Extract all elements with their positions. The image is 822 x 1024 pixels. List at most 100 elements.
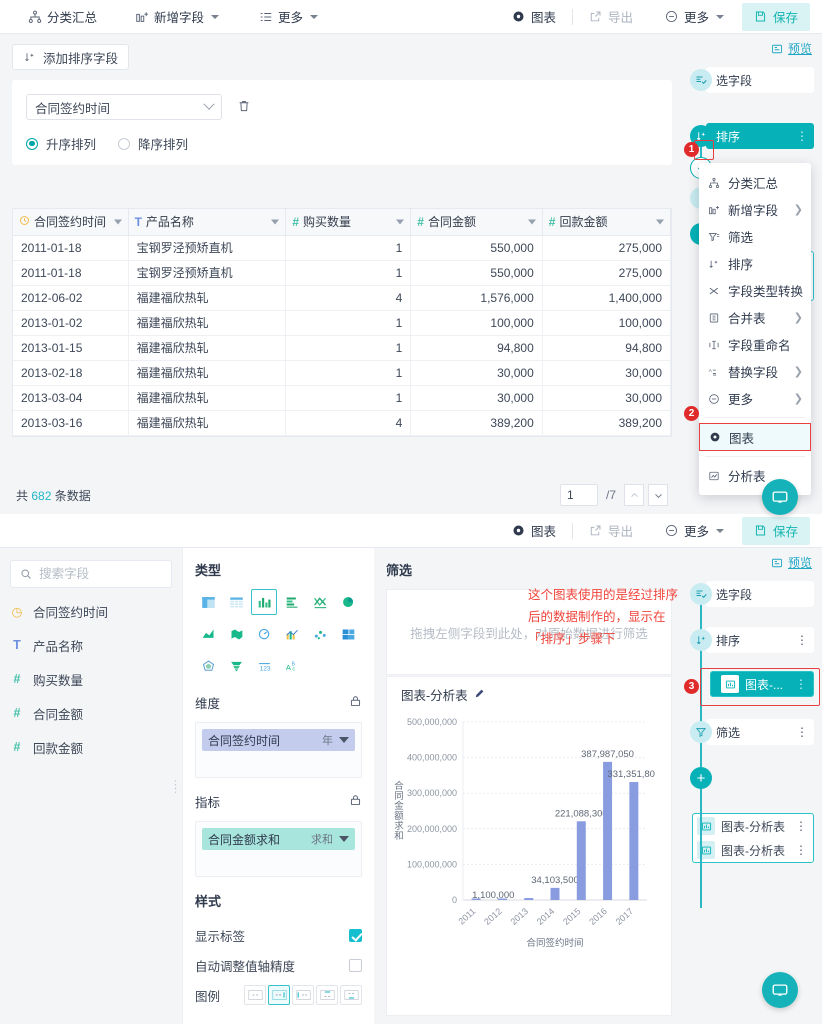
table-row[interactable]: 2013-03-04 福建福欣热轧 1 30,000 30,000 [13, 385, 672, 411]
table-column-header-3[interactable]: # 合同金额 [410, 209, 543, 236]
bar-2014[interactable] [550, 887, 560, 900]
table-column-header-1[interactable]: T 产品名称 [128, 209, 287, 236]
line-chart-icon[interactable] [308, 589, 334, 615]
table-row[interactable]: 2013-01-15 福建福欣热轧 1 94,800 94,800 [13, 335, 672, 361]
chevron-down-icon[interactable] [339, 836, 349, 842]
legend-position-option-4[interactable] [340, 985, 362, 1005]
option-show-labels[interactable]: 显示标签 [195, 920, 362, 950]
option-auto-axis-precision[interactable]: 自动调整值轴精度 [195, 950, 362, 980]
area-chart-icon[interactable] [195, 621, 221, 647]
menu-item-7[interactable]: A B 替换字段 ❯ [699, 358, 811, 385]
table-column-header-2[interactable]: # 购买数量 [285, 209, 412, 236]
pie-chart-icon[interactable] [336, 589, 362, 615]
chevron-down-icon[interactable] [339, 737, 349, 743]
combo-chart-icon[interactable] [279, 621, 305, 647]
mid-toolbar-chart[interactable]: 图表 [502, 514, 566, 548]
field-item-2[interactable]: # 购买数量 [10, 664, 172, 694]
table-row[interactable]: 2013-02-18 福建福欣热轧 1 30,000 30,000 [13, 360, 672, 386]
dimension-lock-icon[interactable] [349, 695, 362, 711]
flow-node-select-field-card[interactable]: 选字段 [706, 67, 814, 93]
sort-field-select[interactable]: 合同签约时间 [26, 94, 222, 120]
option-auto-axis-precision-checkbox[interactable] [349, 958, 362, 972]
legend-position-option-3[interactable] [316, 985, 338, 1005]
radio-descending[interactable] [118, 137, 131, 150]
map-chart-icon[interactable] [223, 621, 249, 647]
flow-node-sort[interactable]: 排序 ⋮ [684, 123, 822, 149]
cross-table-icon[interactable] [223, 589, 249, 615]
mid-save-button[interactable]: 保存 [742, 516, 810, 545]
column-filter-caret-icon[interactable] [656, 219, 664, 225]
add-sort-field-button[interactable]: 添加排序字段 [12, 44, 130, 70]
flow-node-sort-card[interactable]: 排序 ⋮ [706, 123, 814, 149]
flow-node-select-field[interactable]: 选字段 [684, 67, 822, 93]
bar-2012[interactable] [497, 898, 507, 901]
preview-link-bottom[interactable]: 预览 [684, 548, 822, 573]
field-item-4[interactable]: # 回款金额 [10, 732, 172, 762]
option-show-labels-checkbox[interactable] [349, 928, 362, 942]
column-filter-caret-icon[interactable] [396, 219, 405, 225]
toolbar-more[interactable]: 更多 [249, 0, 328, 34]
table-row[interactable]: 2012-06-02 福建福欣热轧 4 1,576,000 1,400,000 [13, 285, 672, 311]
toolbar-group-summary[interactable]: 分类汇总 [18, 0, 107, 34]
flow-b-node-filter-card[interactable]: 筛选 ⋮ [706, 719, 814, 745]
measure-lock-icon[interactable] [349, 794, 362, 810]
menu-item-1[interactable]: 新增字段 ❯ [699, 196, 811, 223]
scatter-chart-icon[interactable] [308, 621, 334, 647]
radar-chart-icon[interactable] [195, 653, 221, 679]
treemap-chart-icon[interactable] [336, 621, 362, 647]
column-filter-caret-icon[interactable] [527, 219, 536, 225]
field-item-0[interactable]: ◷ 合同签约时间 [10, 596, 172, 626]
flow-b-node-filter-menu-icon[interactable]: ⋮ [796, 725, 808, 739]
toolbar-add-field[interactable]: 新增字段 [125, 0, 229, 34]
field-item-1[interactable]: T 产品名称 [10, 630, 172, 660]
flow-b-node-chart-card[interactable]: 图表-... ⋮ [710, 671, 814, 697]
delete-sort-field-button[interactable] [237, 99, 251, 116]
radio-ascending[interactable] [26, 137, 38, 150]
bar-chart-icon[interactable] [279, 589, 305, 615]
flow-b-chart-group-item-0[interactable]: 图表-分析表 ⋮ [693, 814, 813, 838]
page-number-input[interactable] [559, 484, 598, 506]
table-column-header-0[interactable]: 合同签约时间 [13, 209, 129, 236]
flow-b-chart-group-item-1-menu-icon[interactable]: ⋮ [795, 843, 807, 857]
flow-b-chart-group-item-0-menu-icon[interactable]: ⋮ [795, 819, 807, 833]
pivot-table-icon[interactable] [195, 589, 221, 615]
panel-resize-handle[interactable]: ⋮ ⋮ [170, 780, 181, 795]
search-field-box[interactable] [10, 560, 172, 588]
preview-link-top[interactable]: 预览 [684, 34, 822, 59]
measure-drop-zone[interactable]: 合同金额求和 求和 [195, 821, 362, 877]
menu-item-2[interactable]: 筛选 [699, 223, 811, 250]
bar-2015[interactable] [576, 821, 586, 900]
flow-b-node-sort[interactable]: 排序 ⋮ [684, 627, 822, 653]
flow-b-node-select-field[interactable]: 选字段 [684, 581, 822, 607]
number-card-icon[interactable]: 123 [251, 653, 277, 679]
bar-2013[interactable] [524, 898, 534, 900]
mid-toolbar-more[interactable]: 更多 [655, 514, 734, 548]
flow-b-node-sort-card[interactable]: 排序 ⋮ [706, 627, 814, 653]
radio-ascending-label[interactable]: 升序排列 [46, 134, 96, 153]
menu-item-6[interactable]: 字段重命名 [699, 331, 811, 358]
toolbar-export[interactable]: 导出 [579, 0, 643, 34]
flow-b-node-chart[interactable]: 图表-... ⋮ [684, 671, 822, 697]
menu-item-0[interactable]: 分类汇总 [699, 169, 811, 196]
radio-descending-label[interactable]: 降序排列 [138, 134, 188, 153]
menu-item-8[interactable]: 更多 ❯ [699, 385, 811, 412]
toolbar-chart[interactable]: 图表 [502, 0, 566, 34]
measure-pill[interactable]: 合同金额求和 求和 [202, 828, 355, 850]
dimension-drop-zone[interactable]: 合同签约时间 年 [195, 722, 362, 778]
table-row[interactable]: 2011-01-18 宝钢罗泾预矫直机 1 550,000 275,000 [13, 260, 672, 286]
toolbar-more-right[interactable]: 更多 [655, 0, 734, 34]
text-card-icon[interactable]: ABc [279, 653, 305, 679]
menu-item-9[interactable]: 图表 [699, 423, 811, 451]
menu-item-4[interactable]: 字段类型转换 [699, 277, 811, 304]
dimension-pill[interactable]: 合同签约时间 年 [202, 729, 355, 751]
flow-b-node-chart-menu-icon[interactable]: ⋮ [795, 677, 807, 691]
legend-position-option-0[interactable] [244, 985, 266, 1005]
help-chat-fab-bottom[interactable] [762, 972, 798, 1008]
bar-2017[interactable] [629, 782, 639, 900]
table-row[interactable]: 2013-01-02 福建福欣热轧 1 100,000 100,000 [13, 310, 672, 336]
flow-b-add-step[interactable]: + [684, 767, 822, 789]
mid-toolbar-export[interactable]: 导出 [579, 514, 643, 548]
column-filter-caret-icon[interactable] [271, 219, 280, 225]
bar-2016[interactable] [603, 761, 613, 900]
page-next-button[interactable] [648, 484, 668, 506]
